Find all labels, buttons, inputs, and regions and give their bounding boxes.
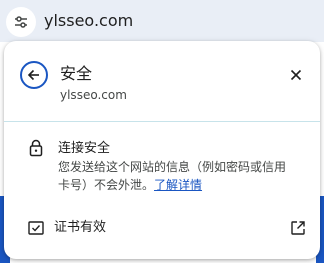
connection-description: 您发送给这个网站的信息（例如密码或信用卡号）不会外泄。了解详情: [58, 158, 294, 194]
site-info-button[interactable]: [6, 7, 36, 37]
address-bar: ylsseo.com: [0, 0, 324, 42]
open-in-new-icon[interactable]: [290, 220, 306, 236]
arrow-back-icon: [27, 69, 39, 81]
close-button[interactable]: [286, 65, 306, 85]
certificate-row[interactable]: 证书有效: [4, 211, 320, 245]
learn-more-link[interactable]: 了解详情: [154, 178, 202, 192]
back-button[interactable]: [20, 61, 48, 89]
popup-title: 安全: [60, 64, 93, 83]
certificate-icon: [28, 221, 44, 235]
certificate-label: 证书有效: [54, 220, 107, 235]
url-text[interactable]: ylsseo.com: [44, 11, 133, 31]
divider: [4, 121, 320, 122]
connection-status-title: 连接安全: [58, 141, 111, 156]
popup-subtitle: ylsseo.com: [60, 88, 127, 102]
close-icon: [290, 69, 302, 81]
tune-icon: [15, 16, 27, 28]
site-info-popup: 安全 ylsseo.com 连接安全 您发送给这个网站的信息（例如密码或信用卡号…: [4, 41, 320, 259]
lock-icon: [29, 139, 43, 157]
